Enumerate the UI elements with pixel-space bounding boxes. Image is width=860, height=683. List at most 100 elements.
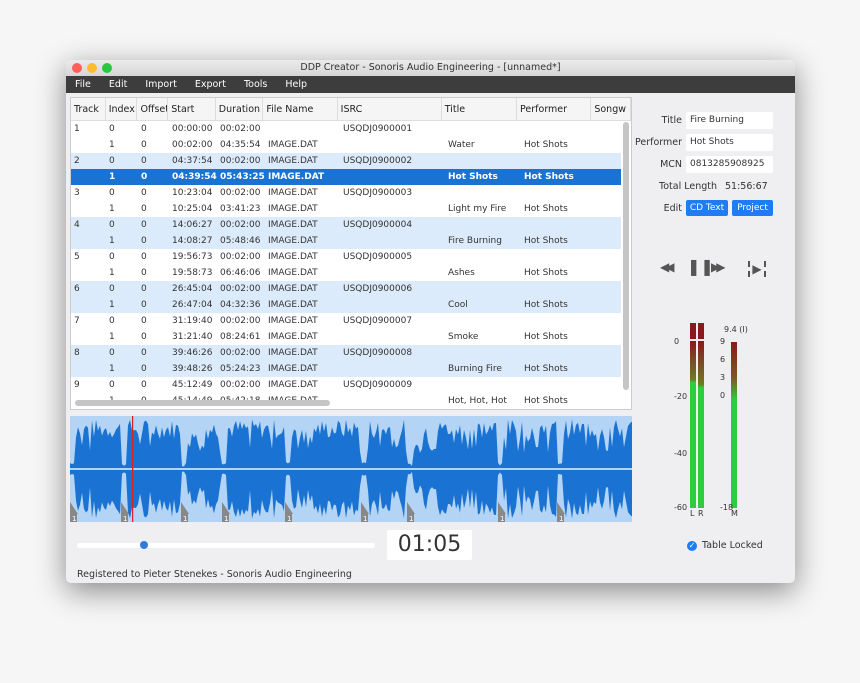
- table-row[interactable]: 6 0 0 26:45:04 00:02:00 IMAGE.DAT USQDJ0900006: [71, 281, 621, 297]
- column-header-offset[interactable]: Offset: [137, 98, 169, 120]
- cell-index: 0: [109, 316, 115, 326]
- cell-track: [71, 361, 106, 377]
- track-marker[interactable]: 1: [285, 502, 293, 522]
- cell-track: 7: [74, 316, 80, 326]
- cd-text-button[interactable]: CD Text: [686, 200, 728, 216]
- pause-icon[interactable]: ❚❚: [687, 257, 714, 276]
- track-marker[interactable]: 1: [498, 502, 506, 522]
- track-marker[interactable]: 1: [557, 502, 565, 522]
- horizontal-scrollbar[interactable]: [75, 400, 330, 406]
- play-selection-icon[interactable]: ▶: [748, 261, 766, 277]
- menu-tools[interactable]: Tools: [244, 76, 267, 93]
- title-field[interactable]: Fire Burning: [686, 112, 773, 129]
- table-row[interactable]: 1 0 26:47:04 04:32:36 IMAGE.DAT Cool Hot Shots: [71, 297, 621, 313]
- cell-title: Ashes: [448, 268, 475, 278]
- cell-performer: [521, 185, 596, 201]
- table-row[interactable]: 8 0 0 39:46:26 00:02:00 IMAGE.DAT USQDJ0900008: [71, 345, 621, 361]
- cell-offset: 0: [141, 380, 147, 390]
- table-locked-checkbox[interactable]: ✓ Table Locked: [687, 540, 763, 551]
- table-row[interactable]: 1 0 04:39:54 05:43:25 IMAGE.DAT Hot Shots Hot …: [71, 169, 621, 185]
- slider-knob[interactable]: [139, 541, 148, 549]
- menu-edit[interactable]: Edit: [109, 76, 127, 93]
- table-header: Track Index Offset Start Duration File Name IS…: [71, 98, 631, 121]
- cell-duration: 05:43:25: [220, 172, 265, 182]
- svg-text:1: 1: [409, 515, 413, 522]
- cell-performer: [521, 249, 596, 265]
- column-header-isrc[interactable]: ISRC: [338, 98, 442, 120]
- cell-offset: 0: [141, 300, 147, 310]
- position-slider[interactable]: [77, 543, 375, 548]
- cell-offset: 0: [141, 172, 148, 182]
- table-row[interactable]: 4 0 0 14:06:27 00:02:00 IMAGE.DAT USQDJ0900004: [71, 217, 621, 233]
- cell-index: 0: [109, 156, 115, 166]
- cell-title: [445, 217, 521, 233]
- column-header-duration[interactable]: Duration: [216, 98, 264, 120]
- cell-track: [71, 137, 106, 153]
- cell-isrc: USQDJ0900009: [343, 380, 413, 390]
- playhead[interactable]: [132, 416, 134, 522]
- zoom-button[interactable]: [102, 63, 112, 73]
- meter-scale-label: -60: [674, 503, 688, 512]
- cell-performer: Hot Shots: [524, 236, 568, 246]
- column-header-track[interactable]: Track: [71, 98, 106, 120]
- meter-right: [698, 341, 704, 508]
- track-marker[interactable]: 1: [361, 502, 369, 522]
- performer-field[interactable]: Hot Shots: [686, 134, 773, 151]
- column-header-file-name[interactable]: File Name: [263, 98, 338, 120]
- cell-performer: Hot Shots: [524, 172, 574, 182]
- cell-start: 39:48:26: [172, 364, 213, 374]
- table-row[interactable]: 1 0 10:25:04 03:41:23 IMAGE.DAT Light my Fire…: [71, 201, 621, 217]
- table-row[interactable]: 5 0 0 19:56:73 00:02:00 IMAGE.DAT USQDJ0900005: [71, 249, 621, 265]
- table-row[interactable]: 1 0 31:21:40 08:24:61 IMAGE.DAT Smoke Hot Shot…: [71, 329, 621, 345]
- table-row[interactable]: 1 0 39:48:26 05:24:23 IMAGE.DAT Burning Fire H…: [71, 361, 621, 377]
- table-row[interactable]: 1 0 19:58:73 06:46:06 IMAGE.DAT Ashes Hot Shot…: [71, 265, 621, 281]
- momentary-peak-readout: 9.4 (I): [724, 325, 748, 334]
- project-button[interactable]: Project: [732, 200, 773, 216]
- table-row[interactable]: 3 0 0 10:23:04 00:02:00 IMAGE.DAT USQDJ0900003: [71, 185, 621, 201]
- column-header-performer[interactable]: Performer: [517, 98, 592, 120]
- momentary-scale-label: 0: [720, 391, 726, 400]
- menu-file[interactable]: File: [75, 76, 91, 93]
- svg-text:1: 1: [224, 515, 228, 522]
- cell-offset: 0: [141, 332, 147, 342]
- cell-offset: 0: [141, 316, 147, 326]
- menu-help[interactable]: Help: [285, 76, 307, 93]
- title-label: Title: [661, 115, 682, 126]
- table-row[interactable]: 1 0 0 00:00:00 00:02:00 USQDJ0900001: [71, 121, 621, 137]
- momentary-scale-label: 3: [720, 373, 726, 382]
- menu-export[interactable]: Export: [195, 76, 226, 93]
- cell-isrc: USQDJ0900008: [343, 348, 413, 358]
- column-header-start[interactable]: Start: [168, 98, 216, 120]
- cell-title: [445, 377, 521, 393]
- title-bar: DDP Creator - Sonoris Audio Engineering …: [66, 60, 795, 76]
- menu-import[interactable]: Import: [145, 76, 177, 93]
- waveform-view[interactable]: 1 1 1 1 1 1 1 1 1: [70, 416, 632, 522]
- cell-offset: 0: [141, 140, 147, 150]
- table-locked-label: Table Locked: [702, 540, 763, 551]
- cell-isrc: [340, 329, 445, 345]
- column-header-index[interactable]: Index: [106, 98, 138, 120]
- column-header-title[interactable]: Title: [442, 98, 518, 120]
- mcn-field[interactable]: 0813285908925: [686, 156, 773, 173]
- table-row[interactable]: 7 0 0 31:19:40 00:02:00 IMAGE.DAT USQDJ0900007: [71, 313, 621, 329]
- cell-index: 1: [109, 268, 115, 278]
- table-row[interactable]: 9 0 0 45:12:49 00:02:00 IMAGE.DAT USQDJ0900009: [71, 377, 621, 393]
- edit-label: Edit: [663, 203, 682, 214]
- fast-forward-icon[interactable]: ▶▶: [711, 260, 726, 274]
- track-marker[interactable]: 1: [407, 502, 415, 522]
- cell-start: 26:45:04: [172, 284, 213, 294]
- table-row[interactable]: 1 0 14:08:27 05:48:46 IMAGE.DAT Fire Burning H…: [71, 233, 621, 249]
- total-length-value: 51:56:67: [725, 181, 768, 192]
- cell-performer: [521, 377, 596, 393]
- momentary-scale-label: 9: [720, 337, 726, 346]
- rewind-icon[interactable]: ◀◀: [660, 260, 675, 274]
- table-row[interactable]: 1 0 00:02:00 04:35:54 IMAGE.DAT Water Hot Shot…: [71, 137, 621, 153]
- cell-duration: 00:02:00: [220, 252, 261, 262]
- track-marker[interactable]: 1: [70, 502, 78, 522]
- table-row[interactable]: 2 0 0 04:37:54 00:02:00 IMAGE.DAT USQDJ0900002: [71, 153, 621, 169]
- close-button[interactable]: [72, 63, 82, 73]
- track-marker[interactable]: 1: [181, 502, 189, 522]
- cell-start: 00:02:00: [172, 140, 213, 150]
- minimize-button[interactable]: [87, 63, 97, 73]
- cell-track: 9: [74, 380, 80, 390]
